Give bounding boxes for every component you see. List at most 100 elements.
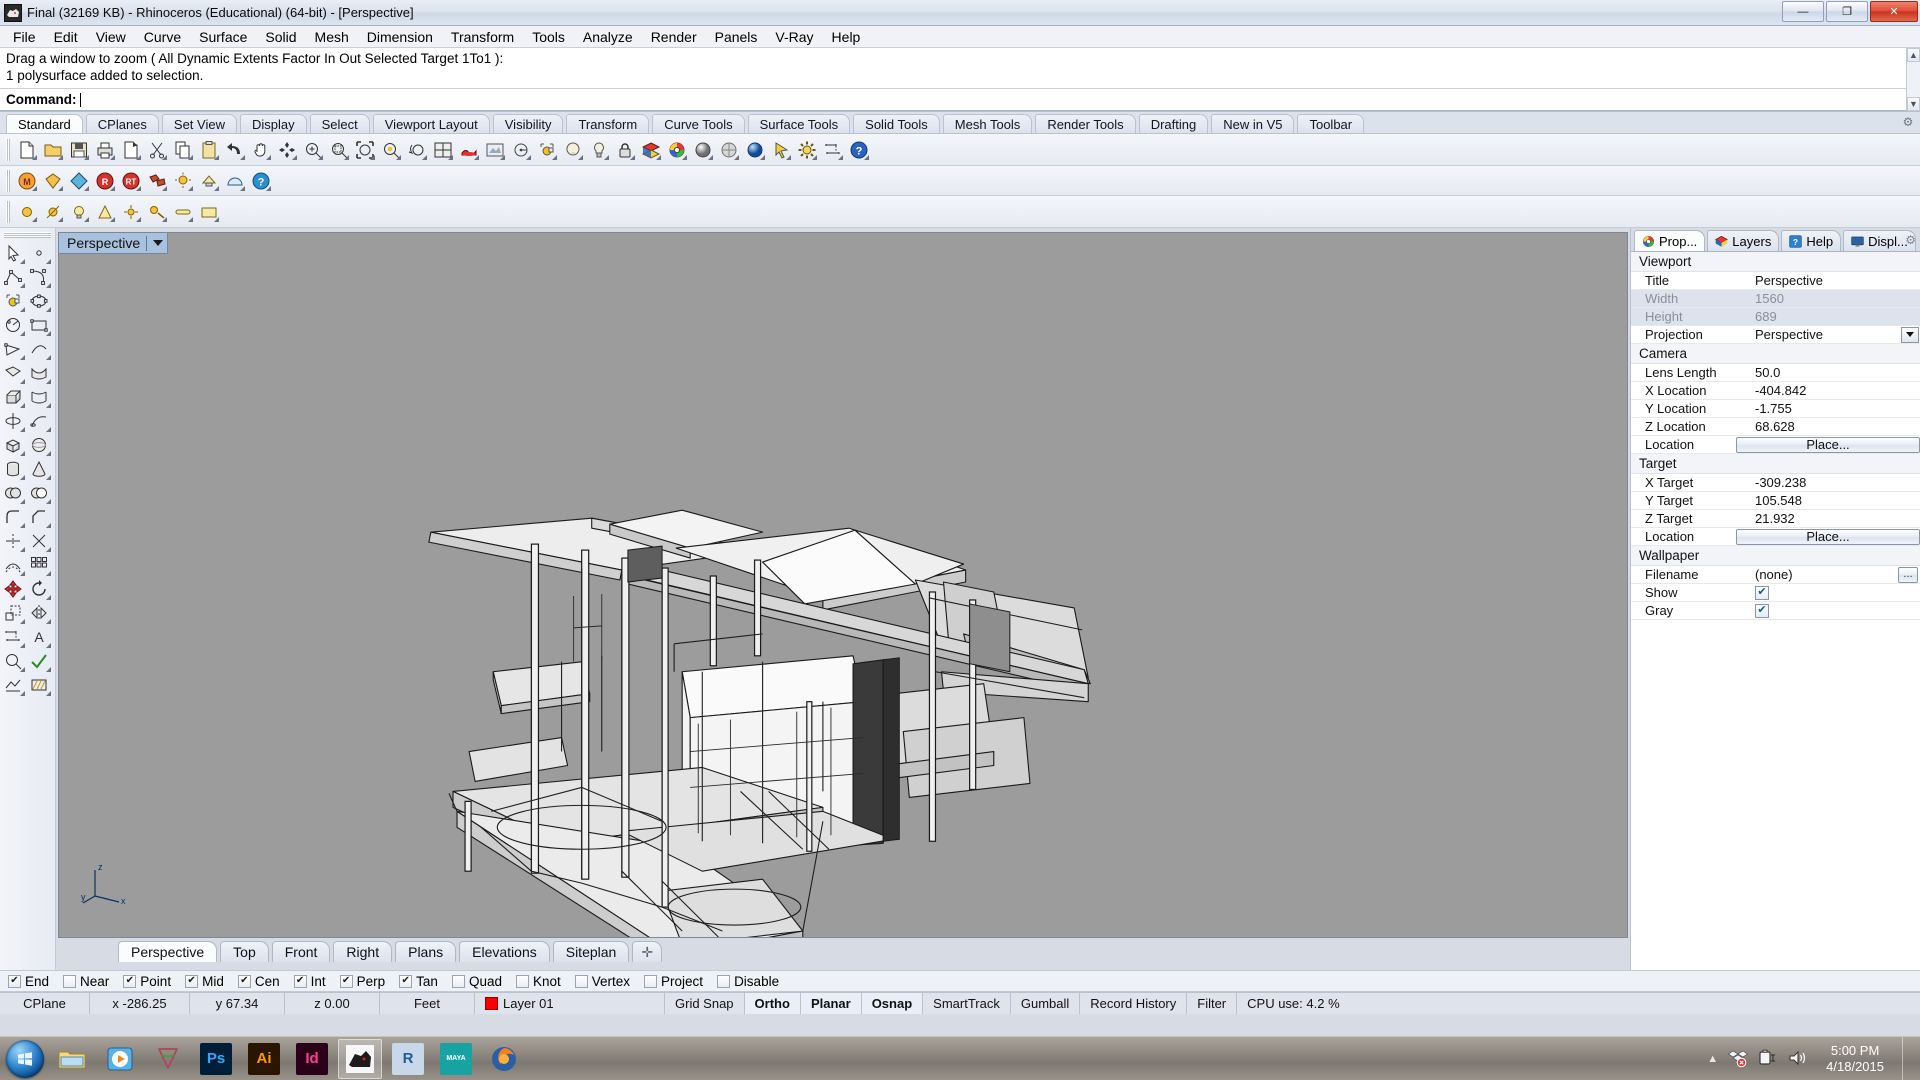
surface-edge-icon[interactable] bbox=[26, 361, 52, 385]
boolean-diff-icon[interactable] bbox=[26, 481, 52, 505]
render-mesh-icon[interactable] bbox=[0, 673, 26, 697]
cone-icon[interactable] bbox=[26, 457, 52, 481]
checkbox-icon[interactable] bbox=[451, 974, 465, 988]
print-icon[interactable] bbox=[92, 137, 117, 162]
status-y-coordinate[interactable]: y 67.34 bbox=[190, 993, 285, 1014]
status-toggle-gumball[interactable]: Gumball bbox=[1011, 993, 1081, 1014]
light-bulb-icon[interactable] bbox=[66, 199, 91, 224]
maximize-button[interactable]: ❐ bbox=[1826, 1, 1868, 22]
status-toggle-ortho[interactable]: Ortho bbox=[744, 993, 801, 1014]
taskbar-photoshop-icon[interactable]: Ps bbox=[194, 1039, 238, 1079]
panel-tab-help[interactable]: ? Help bbox=[1781, 230, 1842, 251]
curve-icon[interactable] bbox=[26, 265, 52, 289]
taskbar-firefox-icon[interactable] bbox=[482, 1039, 526, 1079]
property-value[interactable]: 105.548 bbox=[1755, 493, 1802, 508]
mirror-icon[interactable] bbox=[26, 601, 52, 625]
gear-icon[interactable]: ⚙ bbox=[1901, 115, 1915, 129]
open-folder-icon[interactable] bbox=[40, 137, 65, 162]
checkbox-icon[interactable]: ✔ bbox=[339, 974, 353, 988]
menu-item-tools[interactable]: Tools bbox=[523, 27, 574, 47]
osnap-toggle-near[interactable]: Near bbox=[63, 974, 109, 989]
menu-item-render[interactable]: Render bbox=[642, 27, 706, 47]
osnap-toggle-int[interactable]: ✔ Int bbox=[293, 974, 326, 989]
zoom-in-icon[interactable] bbox=[300, 137, 325, 162]
property-value[interactable]: Perspective bbox=[1755, 327, 1823, 342]
options-gear-icon[interactable] bbox=[794, 137, 819, 162]
property-value[interactable]: 50.0 bbox=[1755, 365, 1780, 380]
point-icon[interactable] bbox=[26, 241, 52, 265]
vray-render-last-icon[interactable]: R bbox=[92, 168, 117, 193]
status-toggle-filter[interactable]: Filter bbox=[1187, 993, 1238, 1014]
vray-options-icon[interactable] bbox=[144, 168, 169, 193]
osnap-toggle-vertex[interactable]: Vertex bbox=[574, 974, 630, 989]
checkbox-icon[interactable]: ✔ bbox=[237, 974, 251, 988]
viewport-layout-icon[interactable] bbox=[430, 137, 455, 162]
property-value[interactable]: 21.932 bbox=[1755, 511, 1795, 526]
command-scroll-up-button[interactable]: ▲ bbox=[1907, 48, 1920, 62]
curve-from-obj-icon[interactable] bbox=[26, 337, 52, 361]
pan-icon[interactable] bbox=[248, 137, 273, 162]
status-toggle-osnap[interactable]: Osnap bbox=[861, 993, 924, 1014]
vray-dome-icon[interactable] bbox=[222, 168, 247, 193]
fillet-icon[interactable] bbox=[0, 505, 26, 529]
speaker-icon[interactable] bbox=[1788, 1049, 1808, 1070]
toolbar-tab-drafting[interactable]: Drafting bbox=[1138, 114, 1209, 133]
dimension-icon[interactable] bbox=[0, 625, 26, 649]
move-icon[interactable] bbox=[0, 577, 26, 601]
render-preview-icon[interactable] bbox=[482, 137, 507, 162]
arc-icon[interactable] bbox=[0, 313, 26, 337]
viewport-title-bar[interactable]: Perspective bbox=[59, 233, 169, 254]
layers-icon[interactable] bbox=[638, 137, 663, 162]
osnap-toggle-project[interactable]: Project bbox=[644, 974, 703, 989]
viewport-tab-siteplan[interactable]: Siteplan bbox=[552, 941, 630, 962]
object-properties-icon[interactable] bbox=[560, 137, 585, 162]
panel-tab-layers[interactable]: Layers bbox=[1707, 230, 1780, 251]
trim-icon[interactable] bbox=[0, 529, 26, 553]
status-toggle-smarttrack[interactable]: SmartTrack bbox=[923, 993, 1011, 1014]
status-toggle-record-history[interactable]: Record History bbox=[1080, 993, 1188, 1014]
undo-icon[interactable] bbox=[222, 137, 247, 162]
property-value[interactable]: (none) bbox=[1755, 567, 1793, 582]
checkbox-icon[interactable]: ✔ bbox=[185, 974, 199, 988]
model-3d-render[interactable] bbox=[59, 233, 1627, 937]
viewport-tab-right[interactable]: Right bbox=[333, 941, 393, 962]
chevron-up-icon[interactable]: ▲ bbox=[1707, 1053, 1718, 1065]
rotate-view-icon[interactable] bbox=[274, 137, 299, 162]
sunlight-icon[interactable] bbox=[40, 199, 65, 224]
status-current-layer[interactable]: Layer 01 bbox=[475, 993, 665, 1014]
boolean-union-icon[interactable] bbox=[0, 481, 26, 505]
loft-icon[interactable] bbox=[26, 385, 52, 409]
rectangular-light-icon[interactable] bbox=[196, 199, 221, 224]
sphere-icon[interactable] bbox=[26, 433, 52, 457]
checkbox-show[interactable]: ✔ bbox=[1755, 585, 1769, 600]
array-icon[interactable] bbox=[26, 553, 52, 577]
dimension-icon[interactable] bbox=[820, 137, 845, 162]
lock-icon[interactable] bbox=[612, 137, 637, 162]
checkbox-gray[interactable]: ✔ bbox=[1755, 603, 1769, 618]
revolve-icon[interactable] bbox=[0, 409, 26, 433]
new-file-icon[interactable] bbox=[14, 137, 39, 162]
viewport-tab-perspective[interactable]: Perspective bbox=[118, 941, 218, 962]
start-button[interactable] bbox=[2, 1039, 48, 1079]
toolbar-drag-handle[interactable] bbox=[6, 138, 10, 161]
ellipse-icon[interactable] bbox=[26, 289, 52, 313]
status-toggle-planar[interactable]: Planar bbox=[800, 993, 862, 1014]
menu-item-curve[interactable]: Curve bbox=[135, 27, 190, 47]
perspective-viewport[interactable]: Perspective z x y bbox=[58, 232, 1628, 938]
dropbox-error-icon[interactable] bbox=[1728, 1048, 1749, 1071]
cylinder-icon[interactable] bbox=[0, 457, 26, 481]
toolbar-tab-set-view[interactable]: Set View bbox=[161, 114, 237, 133]
check-icon[interactable] bbox=[26, 649, 52, 673]
status-units[interactable]: Feet bbox=[380, 993, 475, 1014]
vray-light-icon[interactable] bbox=[196, 168, 221, 193]
vray-help-icon[interactable]: ? bbox=[248, 168, 273, 193]
help-icon[interactable]: ? bbox=[846, 137, 871, 162]
light-icon[interactable] bbox=[586, 137, 611, 162]
linear-light-icon[interactable] bbox=[170, 199, 195, 224]
place-button[interactable]: Place... bbox=[1736, 528, 1920, 545]
extrude-icon[interactable] bbox=[0, 385, 26, 409]
directional-light-icon[interactable] bbox=[144, 199, 169, 224]
checkbox-icon[interactable]: ✔ bbox=[8, 974, 21, 988]
toolbar-tab-viewport-layout[interactable]: Viewport Layout bbox=[372, 114, 490, 133]
rectangle-icon[interactable] bbox=[26, 313, 52, 337]
